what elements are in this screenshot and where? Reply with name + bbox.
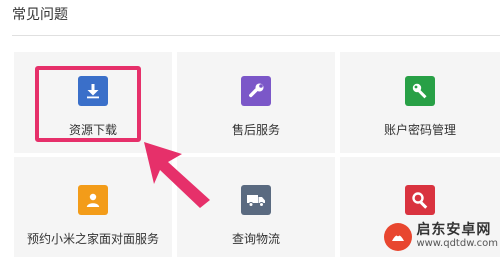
watermark-url: www.qdtdw.com [416,238,498,249]
truck-icon [241,185,271,215]
faq-card-after-sales[interactable]: 售后服务 [177,52,335,153]
faq-card-label: 账户密码管理 [383,123,456,137]
watermark-logo-icon [384,223,413,251]
pointer-arrow-icon [144,142,210,208]
highlight-box [35,66,141,142]
person-icon [78,185,108,215]
section-title: 常见问题 [12,7,68,23]
watermark-name: 启东安卓网 [416,222,492,238]
search-icon [405,185,435,215]
watermark: 启东安卓网 www.qdtdw.com [384,223,498,251]
divider [12,35,500,36]
key-icon [405,76,435,106]
faq-card-label: 售后服务 [231,123,280,137]
faq-card-account-password[interactable]: 账户密码管理 [340,52,500,153]
faq-card-label: 查询物流 [231,232,280,246]
faq-card-label: 预约小米之家面对面服务 [26,232,159,246]
wrench-icon [241,76,271,106]
